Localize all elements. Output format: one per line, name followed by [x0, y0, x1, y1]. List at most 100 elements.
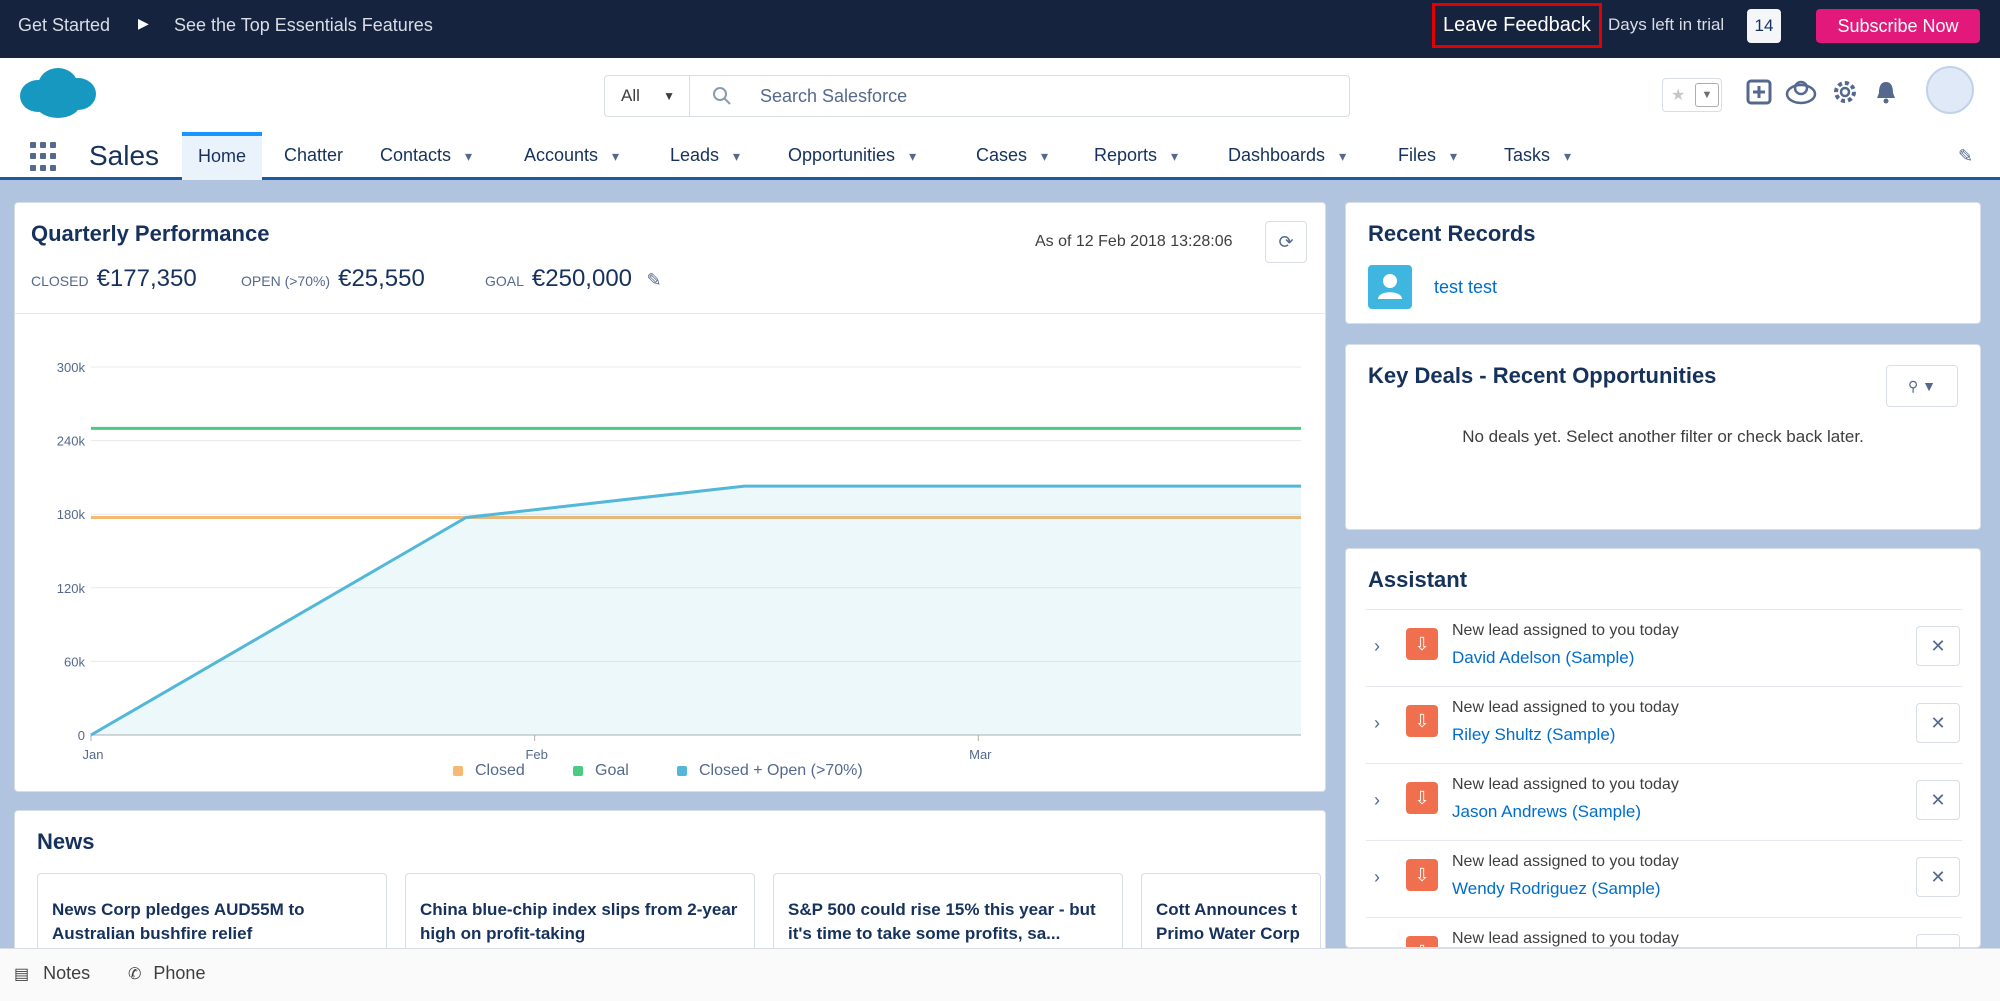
- utility-bar: ▤ Notes ✆ Phone: [0, 948, 2000, 1001]
- assistant-message: New lead assigned to you today: [1452, 776, 1679, 793]
- y-tick-label: 180k: [57, 507, 86, 522]
- trailhead-icon[interactable]: [1784, 79, 1818, 105]
- filter-dropdown-button[interactable]: ⚲ ▼: [1886, 365, 1958, 407]
- y-tick-label: 120k: [57, 581, 86, 596]
- lead-link[interactable]: Jason Andrews (Sample): [1452, 802, 1641, 822]
- recent-record-link[interactable]: test test: [1434, 277, 1497, 298]
- lead-link[interactable]: Wendy Rodriguez (Sample): [1452, 879, 1661, 899]
- user-avatar[interactable]: [1926, 66, 1974, 114]
- open-label: OPEN (>70%): [241, 273, 331, 289]
- legend-swatch: [573, 765, 583, 776]
- chevron-down-icon[interactable]: ▾: [1041, 148, 1048, 164]
- legend-closed[interactable]: Closed: [453, 762, 525, 780]
- nav-tab-chatter[interactable]: Chatter: [284, 132, 343, 180]
- edit-nav-pencil-icon[interactable]: ✎: [1958, 146, 1973, 167]
- nav-tab-label: Chatter: [284, 145, 344, 165]
- phone-label: Phone: [153, 963, 206, 983]
- card-title: Assistant: [1368, 567, 1468, 592]
- quarterly-chart: 0 60k 120k 180k 240k 300k Jan Feb Mar: [57, 360, 1301, 759]
- y-tick-label: 300k: [57, 360, 86, 375]
- nav-tab-dashboards[interactable]: Dashboards ▾: [1228, 132, 1346, 180]
- dismiss-button[interactable]: ✕: [1916, 626, 1960, 666]
- nav-tab-label: Reports: [1094, 145, 1158, 165]
- empty-state-text: No deals yet. Select another filter or c…: [1462, 427, 1864, 446]
- lead-icon: ⇩: [1406, 859, 1438, 891]
- chevron-down-icon[interactable]: ▾: [909, 148, 916, 164]
- nav-tab-label: Home: [198, 146, 247, 166]
- favorites-button[interactable]: ★ ▼: [1662, 78, 1722, 112]
- leave-feedback-button[interactable]: Leave Feedback: [1432, 3, 1602, 48]
- chevron-right-icon[interactable]: ›: [1374, 790, 1380, 811]
- chevron-right-icon[interactable]: ›: [1374, 867, 1380, 888]
- edit-goal-pencil-icon[interactable]: ✎: [646, 270, 661, 290]
- app-launcher-icon[interactable]: [30, 142, 60, 172]
- assistant-message: New lead assigned to you today: [1452, 699, 1679, 716]
- y-tick-label: 0: [78, 728, 85, 743]
- dismiss-button[interactable]: ✕: [1916, 703, 1960, 743]
- lead-link[interactable]: Riley Shultz (Sample): [1452, 725, 1615, 745]
- assistant-item: › ⇩ New lead assigned to you today Jason…: [1366, 763, 1962, 840]
- nav-tab-home[interactable]: Home: [182, 132, 263, 180]
- lead-link[interactable]: David Adelson (Sample): [1452, 648, 1634, 668]
- nav-tab-cases[interactable]: Cases ▾: [976, 132, 1048, 180]
- legend-swatch: [677, 765, 687, 776]
- app-nav-bar: Sales Home Chatter Contacts ▾ Accounts ▾ L…: [0, 132, 2000, 180]
- chevron-down-icon[interactable]: ▾: [733, 148, 740, 164]
- gear-icon[interactable]: [1832, 79, 1858, 105]
- nav-tab-reports[interactable]: Reports ▾: [1094, 132, 1178, 180]
- card-title: Recent Records: [1368, 221, 1536, 246]
- favorites-dropdown-icon[interactable]: ▼: [1695, 83, 1719, 107]
- series-area: [91, 486, 1301, 735]
- notes-utility[interactable]: ▤ Notes: [14, 963, 90, 984]
- subscribe-button[interactable]: Subscribe Now: [1816, 9, 1980, 43]
- nav-tab-tasks[interactable]: Tasks ▾: [1504, 132, 1571, 180]
- assistant-item: › ⇩ New lead assigned to you today Riley…: [1366, 686, 1962, 763]
- trial-bar: Get Started ▶ See the Top Essentials Fea…: [0, 0, 2000, 58]
- recent-records-card: Recent Records test test: [1345, 202, 1981, 324]
- launcher-dot: [30, 164, 36, 171]
- search-placeholder: Search Salesforce: [760, 86, 908, 106]
- legend-goal[interactable]: Goal: [573, 762, 629, 780]
- closed-label: CLOSED: [31, 273, 89, 289]
- nav-tab-contacts[interactable]: Contacts ▾: [380, 132, 472, 180]
- get-started-link[interactable]: Get Started: [18, 15, 110, 36]
- nav-tab-files[interactable]: Files ▾: [1398, 132, 1457, 180]
- nav-tab-label: Dashboards: [1228, 145, 1326, 165]
- dismiss-button[interactable]: ✕: [1916, 780, 1960, 820]
- legend-label: Closed + Open (>70%): [699, 762, 863, 779]
- play-icon: ▶: [138, 15, 149, 31]
- essentials-link[interactable]: See the Top Essentials Features: [174, 15, 433, 36]
- chevron-right-icon[interactable]: ›: [1374, 713, 1380, 734]
- nav-tab-accounts[interactable]: Accounts ▾: [524, 132, 619, 180]
- app-name: Sales: [89, 140, 160, 171]
- star-icon: ★: [1671, 87, 1686, 104]
- legend-swatch: [453, 765, 463, 776]
- lead-icon: ⇩: [1406, 782, 1438, 814]
- nav-tab-label: Cases: [976, 145, 1028, 165]
- days-left-label: Days left in trial: [1608, 15, 1725, 34]
- salesforce-logo[interactable]: [16, 66, 100, 122]
- x-tick-label: Jan: [83, 747, 104, 759]
- search-input[interactable]: Search Salesforce: [690, 75, 1350, 117]
- phone-utility[interactable]: ✆ Phone: [128, 963, 205, 984]
- news-card: News News Corp pledges AUD55M to Austral…: [14, 810, 1326, 973]
- bell-icon[interactable]: [1874, 79, 1898, 105]
- chevron-down-icon[interactable]: ▾: [1450, 148, 1457, 164]
- chevron-down-icon[interactable]: ▾: [612, 148, 619, 164]
- refresh-button[interactable]: ⟳: [1265, 221, 1307, 263]
- chevron-down-icon[interactable]: ▾: [1564, 148, 1571, 164]
- dismiss-button[interactable]: ✕: [1916, 934, 1960, 947]
- chevron-down-icon[interactable]: ▾: [1171, 148, 1178, 164]
- nav-tab-leads[interactable]: Leads ▾: [670, 132, 740, 180]
- launcher-dot: [40, 142, 46, 148]
- legend-closed-open[interactable]: Closed + Open (>70%): [677, 762, 863, 780]
- chevron-down-icon[interactable]: ▾: [465, 148, 472, 164]
- chevron-right-icon[interactable]: ›: [1374, 636, 1380, 657]
- global-actions-icon[interactable]: [1746, 79, 1772, 105]
- lead-icon: ⇩: [1406, 705, 1438, 737]
- nav-tab-opportunities[interactable]: Opportunities ▾: [788, 132, 916, 180]
- chevron-down-icon[interactable]: ▾: [1339, 148, 1346, 164]
- closed-metric: CLOSED €177,350: [31, 265, 197, 293]
- search-scope-select[interactable]: All ▼: [604, 75, 690, 117]
- dismiss-button[interactable]: ✕: [1916, 857, 1960, 897]
